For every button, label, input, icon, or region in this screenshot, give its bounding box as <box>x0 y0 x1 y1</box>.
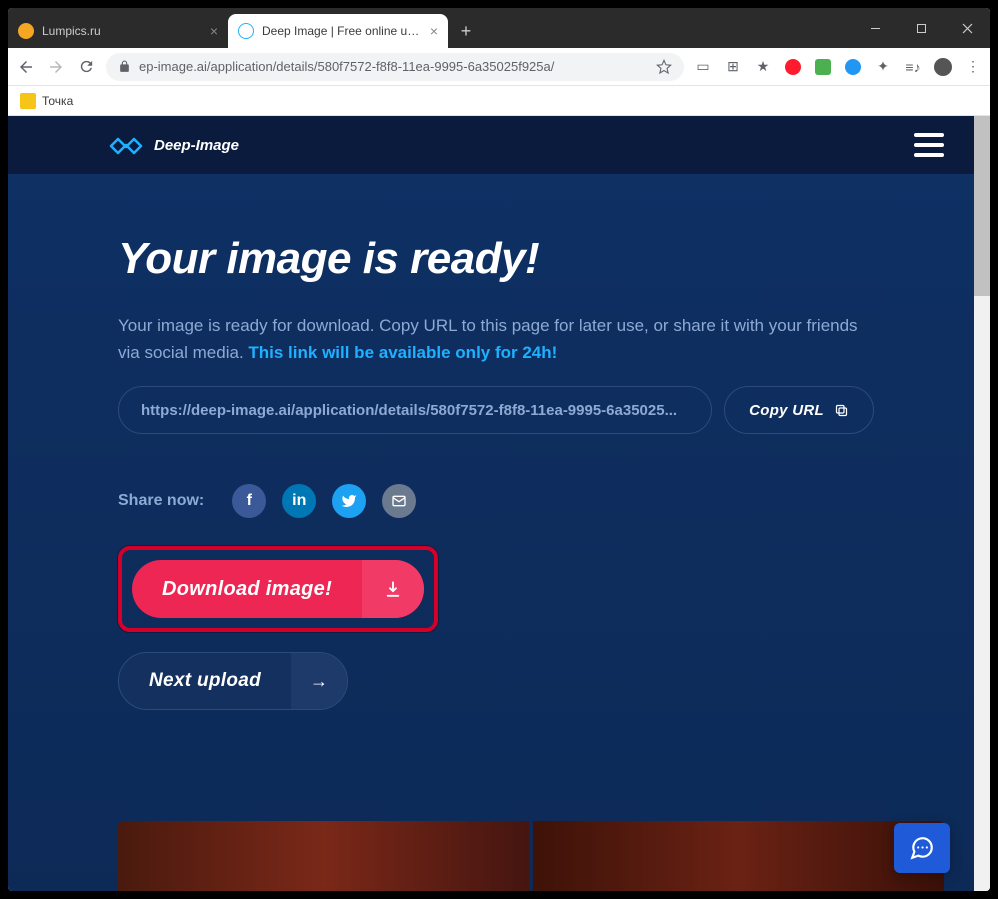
annotation-highlight: Download image! <box>118 546 438 632</box>
star-icon[interactable] <box>656 59 672 75</box>
bookmark-star-icon[interactable]: ★ <box>754 58 772 76</box>
page-headline: Your image is ready! <box>118 234 874 284</box>
arrow-right-icon: → <box>291 652 347 710</box>
reload-button[interactable] <box>76 57 96 77</box>
favicon-icon <box>238 23 254 39</box>
email-share-icon[interactable] <box>382 484 416 518</box>
avatar-icon[interactable] <box>934 58 952 76</box>
maximize-button[interactable] <box>898 8 944 48</box>
minimize-button[interactable] <box>852 8 898 48</box>
share-url-input[interactable]: https://deep-image.ai/application/detail… <box>118 386 712 434</box>
share-row: Share now: f in <box>118 484 874 518</box>
tab-title: Deep Image | Free online upscale <box>262 24 422 38</box>
page-content: Deep-Image Your image is ready! Your ima… <box>8 116 974 891</box>
preview-before <box>118 821 529 891</box>
bookmark-item[interactable]: Точка <box>42 94 73 108</box>
share-url-row: https://deep-image.ai/application/detail… <box>118 386 874 434</box>
site-header: Deep-Image <box>8 116 974 174</box>
facebook-share-icon[interactable]: f <box>232 484 266 518</box>
tab-lumpics[interactable]: Lumpics.ru × <box>8 14 228 48</box>
music-ext-icon[interactable] <box>814 58 832 76</box>
bookmarks-bar: Точка <box>8 86 990 116</box>
download-icon <box>362 560 424 618</box>
opera-ext-icon[interactable] <box>784 58 802 76</box>
titlebar: Lumpics.ru × Deep Image | Free online up… <box>8 8 990 48</box>
url-field[interactable]: ep-image.ai/application/details/580f7572… <box>106 53 684 81</box>
lock-icon <box>118 60 131 73</box>
window-controls <box>852 8 990 48</box>
puzzle-ext-icon[interactable]: ✦ <box>874 58 892 76</box>
tab-close-icon[interactable]: × <box>430 23 438 39</box>
next-upload-button[interactable]: Next upload → <box>118 652 348 710</box>
url-text: ep-image.ai/application/details/580f7572… <box>139 59 648 74</box>
copy-url-button[interactable]: Copy URL <box>724 386 874 434</box>
favicon-icon <box>18 23 34 39</box>
download-image-button[interactable]: Download image! <box>132 560 424 618</box>
back-button[interactable] <box>16 57 36 77</box>
image-preview-row <box>118 821 944 891</box>
tab-deepimage[interactable]: Deep Image | Free online upscale × <box>228 14 448 48</box>
twitter-share-icon[interactable] <box>332 484 366 518</box>
site-logo[interactable]: Deep-Image <box>108 134 239 156</box>
translate-icon[interactable]: ⊞ <box>724 58 742 76</box>
address-bar: ep-image.ai/application/details/580f7572… <box>8 48 990 86</box>
bookmark-folder-icon <box>20 93 36 109</box>
logo-icon <box>108 134 142 156</box>
page-subtext: Your image is ready for download. Copy U… <box>118 312 874 366</box>
tab-close-icon[interactable]: × <box>210 23 218 39</box>
scrollbar-thumb[interactable] <box>974 116 990 296</box>
new-tab-button[interactable]: + <box>452 17 480 45</box>
linkedin-share-icon[interactable]: in <box>282 484 316 518</box>
extension-icons: ▭ ⊞ ★ ✦ ≡♪ ⋮ <box>694 58 982 76</box>
share-label: Share now: <box>118 492 204 510</box>
globe-ext-icon[interactable] <box>844 58 862 76</box>
reader-icon[interactable]: ▭ <box>694 58 712 76</box>
menu-icon[interactable]: ⋮ <box>964 58 982 76</box>
hamburger-menu-icon[interactable] <box>914 133 944 157</box>
playlist-icon[interactable]: ≡♪ <box>904 58 922 76</box>
copy-icon <box>834 403 849 418</box>
tab-title: Lumpics.ru <box>42 24 202 38</box>
browser-window: Lumpics.ru × Deep Image | Free online up… <box>8 8 990 891</box>
close-button[interactable] <box>944 8 990 48</box>
brand-name: Deep-Image <box>154 137 239 154</box>
forward-button[interactable] <box>46 57 66 77</box>
preview-after <box>533 821 944 891</box>
chat-widget-icon[interactable] <box>894 823 950 873</box>
